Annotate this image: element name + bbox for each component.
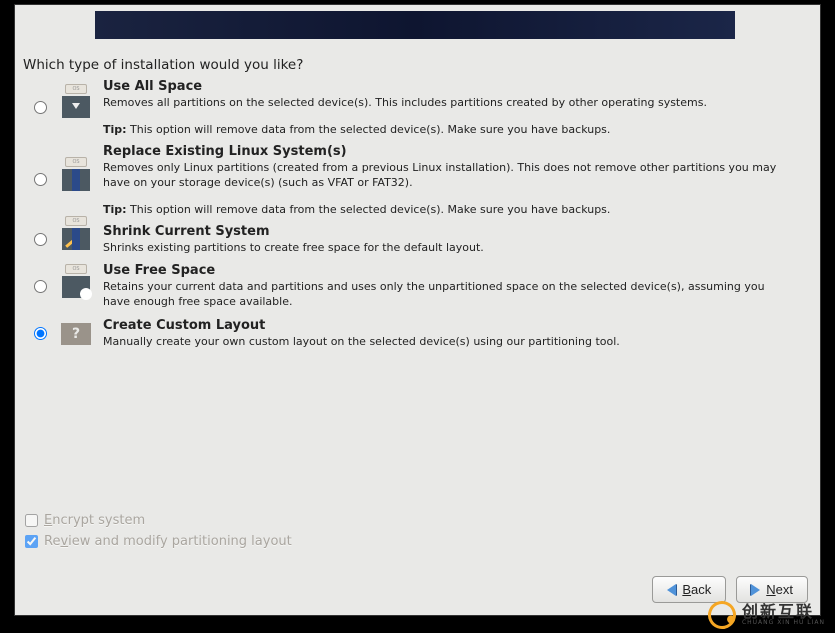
watermark-text-en: CHUANG XIN HU LIAN [742,620,825,626]
drive-icon: OS [61,224,91,254]
watermark-text-cn: 创新互联 [742,604,825,620]
drive-icon: OS [61,272,91,302]
arrow-left-icon [667,584,676,596]
option-title: Create Custom Layout [103,318,790,333]
option-replace-linux[interactable]: OS Replace Existing Linux System(s) Remo… [25,144,790,216]
option-description: Shrinks existing partitions to create fr… [103,241,790,256]
option-tip: Tip: This option will remove data from t… [103,123,790,136]
watermark-logo-icon [704,597,740,633]
option-title: Use Free Space [103,263,790,278]
option-use-all-space[interactable]: OS Use All Space Removes all partitions … [25,79,790,136]
back-button[interactable]: Back [652,576,726,603]
option-title: Shrink Current System [103,224,790,239]
arrow-right-icon [751,584,760,596]
checkbox-review[interactable] [25,535,38,548]
radio-replace-linux[interactable] [34,173,47,186]
radio-custom-layout[interactable] [34,327,47,340]
extra-options: Encrypt system Review and modify partiti… [25,513,292,555]
checkbox-encrypt[interactable] [25,514,38,527]
option-custom-layout[interactable]: ? Create Custom Layout Manually create y… [25,318,790,350]
option-description: Retains your current data and partitions… [103,280,790,310]
question-icon: ? [61,323,91,345]
radio-shrink[interactable] [34,233,47,246]
installation-options: OS Use All Space Removes all partitions … [25,79,790,358]
drive-icon: OS [61,92,91,122]
radio-use-free-space[interactable] [34,280,47,293]
option-use-free-space[interactable]: OS Use Free Space Retains your current d… [25,263,790,310]
encrypt-system-checkbox[interactable]: Encrypt system [25,513,292,528]
header-banner [95,11,735,39]
installation-type-question: Which type of installation would you lik… [23,57,303,73]
review-layout-checkbox[interactable]: Review and modify partitioning layout [25,534,292,549]
watermark: 创新互联 CHUANG XIN HU LIAN [708,601,825,629]
radio-use-all-space[interactable] [34,101,47,114]
next-button[interactable]: Next [736,576,808,603]
option-description: Removes only Linux partitions (created f… [103,161,790,191]
navigation-buttons: Back Next [652,576,808,603]
option-description: Removes all partitions on the selected d… [103,96,790,111]
installer-window: Which type of installation would you lik… [14,4,821,616]
option-tip: Tip: This option will remove data from t… [103,203,790,216]
option-shrink[interactable]: OS Shrink Current System Shrinks existin… [25,224,790,256]
option-description: Manually create your own custom layout o… [103,335,790,350]
option-title: Use All Space [103,79,790,94]
drive-icon: OS [61,165,91,195]
option-title: Replace Existing Linux System(s) [103,144,790,159]
